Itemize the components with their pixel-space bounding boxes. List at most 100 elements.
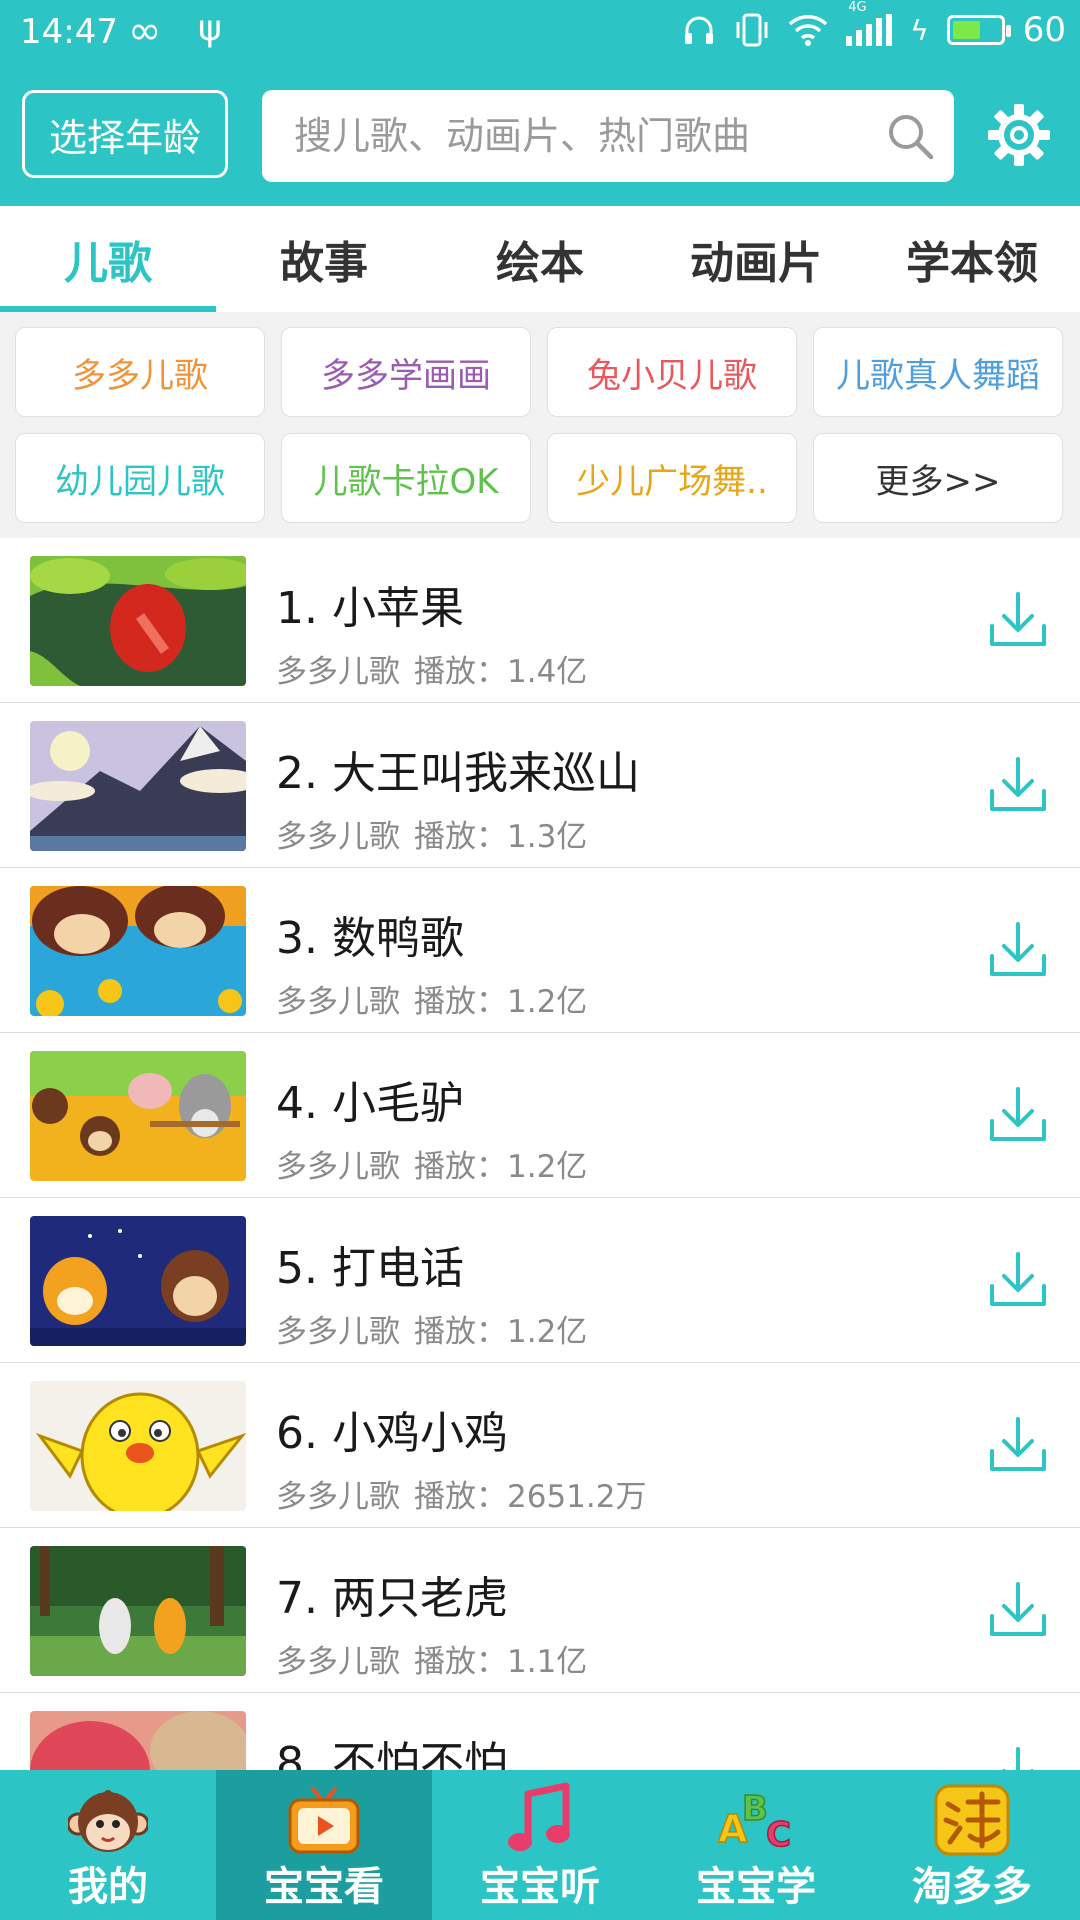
song-plays: 播放：1.3亿 (414, 819, 588, 855)
song-plays: 播放：1.2亿 (414, 1149, 588, 1185)
song-thumbnail (30, 1546, 246, 1676)
nav-label: 淘多多 (912, 1864, 1032, 1910)
infinity-icon: ∞ (128, 8, 162, 54)
song-thumbnail (30, 721, 246, 851)
battery-level: 60 (1022, 10, 1066, 50)
nav-label: 宝宝学 (696, 1864, 816, 1910)
chip-tuxiaobei-songs[interactable]: 兔小贝儿歌 (547, 327, 797, 417)
music-note-icon (508, 1782, 570, 1851)
battery-icon (946, 15, 1011, 45)
song-row[interactable]: 2. 大王叫我来巡山 多多儿歌 播放：1.3亿 (0, 703, 1080, 868)
search-icon[interactable] (884, 110, 936, 162)
nav-item-shop[interactable]: 淘多多 (864, 1770, 1080, 1920)
tao-icon (934, 1784, 1010, 1856)
nav-label: 宝宝听 (480, 1864, 600, 1910)
abc-icon: ABC (717, 1788, 791, 1856)
song-plays: 播放：1.2亿 (414, 984, 588, 1020)
tab-learn-skills[interactable]: 学本领 (864, 206, 1080, 312)
tab-children-songs[interactable]: 儿歌 (0, 206, 216, 312)
search-input[interactable] (292, 113, 856, 159)
song-title: 6. 小鸡小鸡 (276, 1408, 508, 1459)
category-tabs: 儿歌 故事 绘本 动画片 学本领 (0, 206, 1080, 313)
song-title: 7. 两只老虎 (276, 1573, 508, 1624)
nav-item-mine[interactable]: 我的 (0, 1770, 216, 1920)
song-title: 5. 打电话 (276, 1243, 464, 1294)
song-title: 1. 小苹果 (276, 583, 464, 634)
song-row[interactable]: 8. 不怕不怕 (0, 1693, 1080, 1770)
chip-square-dance[interactable]: 少儿广场舞.. (547, 433, 797, 523)
song-source: 多多儿歌 (276, 819, 400, 855)
song-plays: 播放：1.2亿 (414, 1314, 588, 1350)
nav-item-watch[interactable]: 宝宝看 (216, 1770, 432, 1920)
song-meta: 多多儿歌 播放：1.1亿 (276, 1636, 587, 1681)
song-thumbnail (30, 886, 246, 1016)
download-icon[interactable] (986, 1083, 1050, 1147)
song-row[interactable]: 4. 小毛驴 多多儿歌 播放：1.2亿 (0, 1033, 1080, 1198)
nav-item-listen[interactable]: 宝宝听 (432, 1770, 648, 1920)
download-icon[interactable] (986, 918, 1050, 982)
wifi-icon (789, 15, 828, 46)
song-meta: 多多儿歌 播放：1.2亿 (276, 976, 587, 1021)
settings-gear-icon[interactable] (986, 102, 1052, 168)
monkey-icon (68, 1790, 148, 1852)
song-row[interactable]: 5. 打电话 多多儿歌 播放：1.2亿 (0, 1198, 1080, 1363)
status-icons: 4G ϟ 60 (682, 0, 1066, 50)
tab-stories[interactable]: 故事 (216, 206, 432, 312)
song-title: 2. 大王叫我来巡山 (276, 748, 640, 799)
song-source: 多多儿歌 (276, 984, 400, 1020)
song-plays: 播放：1.1亿 (414, 1644, 588, 1680)
song-title: 3. 数鸭歌 (276, 913, 464, 964)
chip-karaoke[interactable]: 儿歌卡拉OK (281, 433, 531, 523)
song-row[interactable]: 1. 小苹果 多多儿歌 播放：1.4亿 (0, 538, 1080, 703)
tab-picture-books[interactable]: 绘本 (432, 206, 648, 312)
song-thumbnail (30, 1711, 246, 1770)
status-time: 14:47 (20, 12, 118, 52)
download-icon[interactable] (986, 753, 1050, 817)
song-meta: 多多儿歌 播放：1.4亿 (276, 646, 587, 691)
vibrate-icon (736, 13, 768, 47)
charging-icon: ϟ (910, 13, 929, 47)
song-thumbnail (30, 1216, 246, 1346)
usb-icon: ψ (198, 8, 222, 49)
cell-signal-icon: 4G (846, 0, 893, 46)
download-icon[interactable] (986, 588, 1050, 652)
svg-text:B: B (742, 1789, 768, 1829)
subcategory-grid: 多多儿歌 多多学画画 兔小贝儿歌 儿歌真人舞蹈 幼儿园儿歌 儿歌卡拉OK 少儿广… (0, 312, 1080, 538)
song-title: 4. 小毛驴 (276, 1078, 464, 1129)
chip-live-dance[interactable]: 儿歌真人舞蹈 (813, 327, 1063, 417)
tab-cartoons[interactable]: 动画片 (648, 206, 864, 312)
song-source: 多多儿歌 (276, 1149, 400, 1185)
song-meta: 多多儿歌 播放：1.2亿 (276, 1141, 587, 1186)
song-meta: 多多儿歌 播放：1.2亿 (276, 1306, 587, 1351)
song-source: 多多儿歌 (276, 1644, 400, 1680)
download-icon[interactable] (986, 1578, 1050, 1642)
song-source: 多多儿歌 (276, 1479, 400, 1515)
nav-label: 宝宝看 (264, 1864, 384, 1910)
download-icon[interactable] (986, 1248, 1050, 1312)
header: 选择年龄 (0, 66, 1080, 206)
song-row[interactable]: 6. 小鸡小鸡 多多儿歌 播放：2651.2万 (0, 1363, 1080, 1528)
headphones-icon (685, 16, 714, 44)
nav-label: 我的 (68, 1864, 148, 1910)
song-source: 多多儿歌 (276, 654, 400, 690)
chip-more[interactable]: 更多>> (813, 433, 1063, 523)
song-thumbnail (30, 1381, 246, 1511)
song-row[interactable]: 3. 数鸭歌 多多儿歌 播放：1.2亿 (0, 868, 1080, 1033)
download-icon[interactable] (986, 1413, 1050, 1477)
download-icon[interactable] (986, 1743, 1050, 1770)
tv-icon (288, 1786, 360, 1854)
select-age-button[interactable]: 选择年龄 (22, 90, 228, 178)
song-meta: 多多儿歌 播放：1.3亿 (276, 811, 587, 856)
song-title: 8. 不怕不怕 (276, 1738, 508, 1770)
song-plays: 播放：1.4亿 (414, 654, 588, 690)
nav-item-learn[interactable]: ABC 宝宝学 (648, 1770, 864, 1920)
song-thumbnail (30, 1051, 246, 1181)
search-box[interactable] (262, 90, 954, 182)
song-meta: 多多儿歌 播放：2651.2万 (276, 1471, 646, 1516)
network-type: 4G (848, 0, 867, 15)
chip-duoduo-drawing[interactable]: 多多学画画 (281, 327, 531, 417)
svg-text:C: C (766, 1815, 791, 1855)
song-row[interactable]: 7. 两只老虎 多多儿歌 播放：1.1亿 (0, 1528, 1080, 1693)
chip-duoduo-songs[interactable]: 多多儿歌 (15, 327, 265, 417)
chip-kindergarten-songs[interactable]: 幼儿园儿歌 (15, 433, 265, 523)
